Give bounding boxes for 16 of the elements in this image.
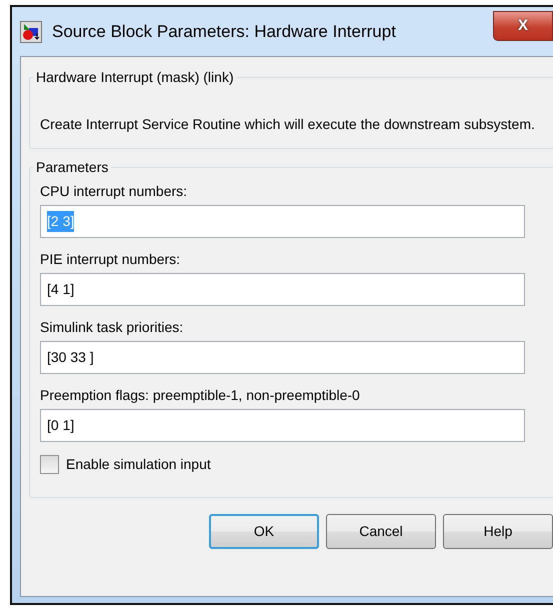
field-label: Simulink task priorities: — [40, 318, 184, 336]
field-label: Preemption flags: preemptible-1, non-preemptible-0 — [40, 386, 361, 404]
close-button[interactable]: X — [493, 11, 553, 41]
checkbox-label: Enable simulation input — [66, 455, 211, 474]
field-label: CPU interrupt numbers: — [40, 182, 188, 200]
window-title: Source Block Parameters: Hardware Interrupt — [52, 20, 396, 43]
field-label: PIE interrupt numbers: — [40, 250, 182, 268]
checkbox[interactable] — [40, 455, 59, 474]
dialog-button[interactable]: OK — [209, 514, 319, 549]
input-field[interactable]: [0 1] — [40, 409, 525, 442]
dialog-button[interactable]: Help — [443, 514, 553, 549]
dialog-button[interactable]: Cancel — [326, 514, 436, 549]
description-text: Create Interrupt Service Routine which will execute the downstream subsystem. — [40, 115, 536, 134]
input-field[interactable]: [30 33 ] — [40, 341, 525, 374]
input-field[interactable]: [4 1] — [40, 273, 525, 306]
block-icon — [20, 20, 42, 42]
